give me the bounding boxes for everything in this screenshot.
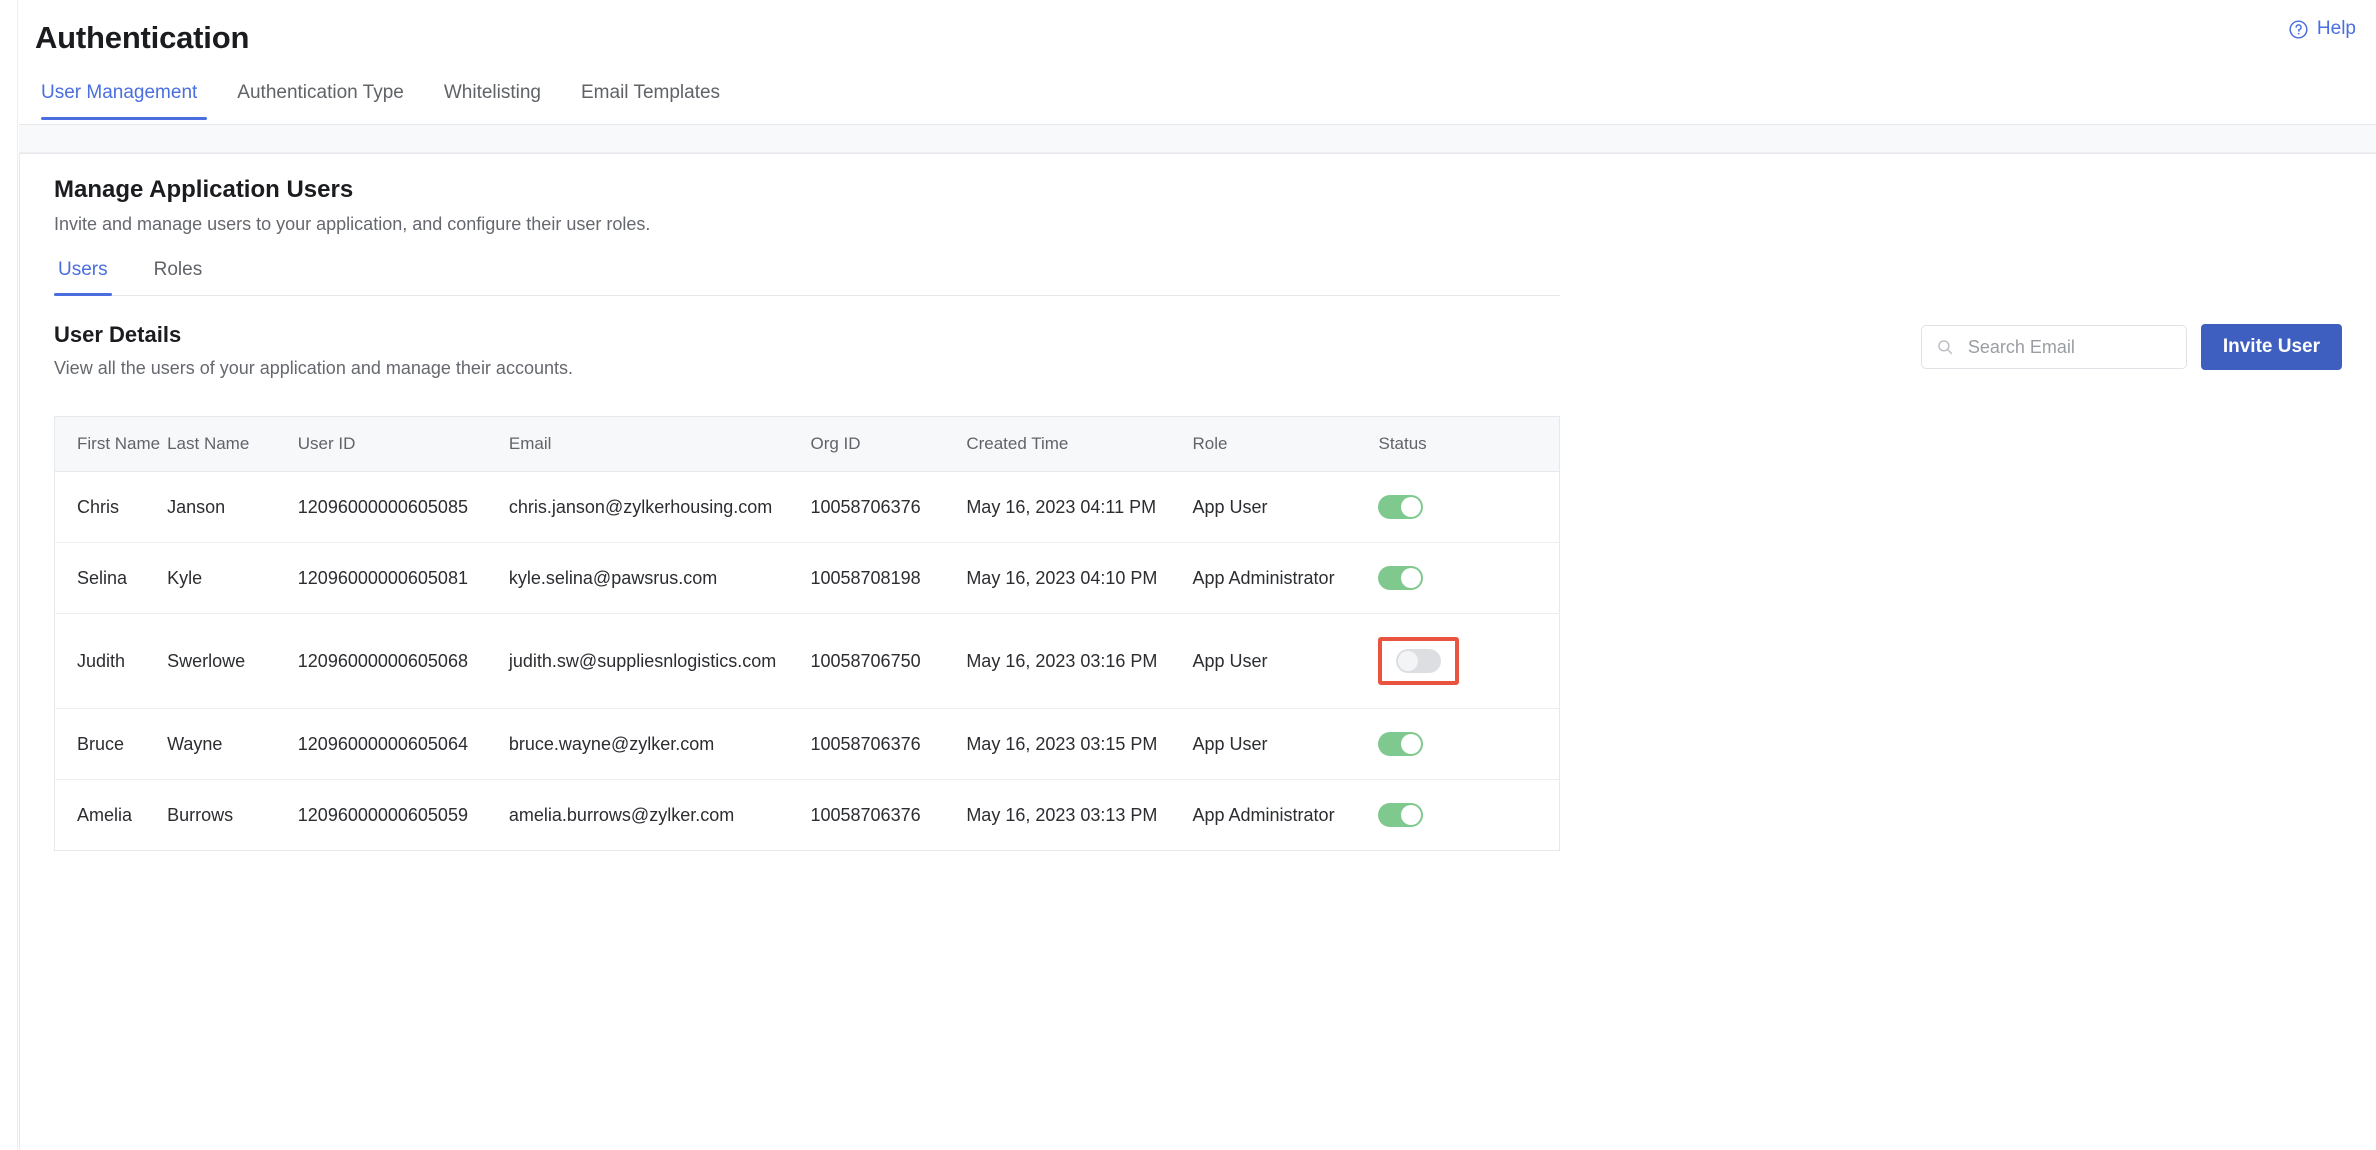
tab-roles-label: Roles bbox=[153, 259, 203, 280]
cell-status bbox=[1378, 780, 1559, 851]
table-body: Chris Janson 12096000000605085 chris.jan… bbox=[54, 471, 1560, 851]
tab-email-templates[interactable]: Email Templates bbox=[561, 76, 740, 120]
cell-last-name: Kyle bbox=[167, 542, 298, 614]
status-toggle-knob bbox=[1401, 734, 1422, 754]
cell-role: App Administrator bbox=[1192, 804, 1335, 825]
cell-email: kyle.selina@pawsrus.com bbox=[508, 542, 811, 614]
tab-roles[interactable]: Roles bbox=[150, 255, 207, 295]
cell-status bbox=[1378, 542, 1560, 614]
status-toggle-highlight bbox=[1378, 637, 1460, 685]
tab-email-templates-label: Email Templates bbox=[581, 82, 721, 103]
help-label: Help bbox=[2316, 18, 2356, 39]
question-circle-icon bbox=[2288, 19, 2309, 40]
cell-org-id: 10058706376 bbox=[810, 471, 967, 543]
column-header-created-time: Created Time bbox=[966, 416, 1193, 472]
search-email-input[interactable] bbox=[1965, 335, 2172, 359]
cell-role: App User bbox=[1192, 613, 1379, 709]
tab-user-management[interactable]: User Management bbox=[35, 76, 217, 120]
cell-org-id: 10058706750 bbox=[810, 613, 967, 709]
status-toggle-knob bbox=[1401, 805, 1422, 825]
invite-user-button[interactable]: Invite User bbox=[2200, 324, 2342, 370]
cell-email: amelia.burrows@zylker.com bbox=[508, 804, 735, 825]
cell-email: bruce.wayne@zylker.com bbox=[508, 708, 811, 780]
cell-role: App User bbox=[1192, 708, 1379, 780]
tab-authentication-type-label: Authentication Type bbox=[237, 82, 404, 103]
column-header-org-id: Org ID bbox=[810, 416, 967, 472]
cell-status bbox=[1378, 613, 1560, 709]
table-row: Selina Kyle 12096000000605081 kyle.selin… bbox=[54, 542, 1560, 614]
status-toggle-knob bbox=[1401, 568, 1422, 588]
cell-user-id: 12096000000605059 bbox=[297, 804, 468, 825]
status-toggle[interactable] bbox=[1378, 566, 1424, 590]
left-rail bbox=[0, 0, 18, 1150]
status-toggle[interactable] bbox=[1378, 495, 1424, 519]
authentication-page: Authentication Help User Management Auth… bbox=[0, 0, 2376, 1150]
table-head: First Name Last Name User ID Email Org I… bbox=[54, 416, 1560, 472]
tab-whitelisting[interactable]: Whitelisting bbox=[424, 76, 561, 120]
table-row: Judith Swerlowe 12096000000605068 judith… bbox=[54, 613, 1560, 709]
cell-last-name: Wayne bbox=[167, 708, 298, 780]
search-email-box[interactable] bbox=[1920, 325, 2187, 369]
column-header-role: Role bbox=[1192, 416, 1379, 472]
cell-created-time: May 16, 2023 03:16 PM bbox=[966, 613, 1193, 709]
cell-first-name: Bruce bbox=[54, 708, 168, 780]
cell-created-time: May 16, 2023 03:13 PM bbox=[966, 804, 1158, 825]
cell-first-name: Chris bbox=[54, 471, 168, 543]
cell-user-id: 12096000000605068 bbox=[297, 613, 509, 709]
cell-email: judith.sw@suppliesnlogistics.com bbox=[508, 613, 811, 709]
search-icon bbox=[1936, 338, 1954, 356]
cell-last-name: Burrows bbox=[167, 804, 234, 825]
cell-first-name: Amelia bbox=[77, 804, 133, 825]
cell-org-id: 10058706376 bbox=[810, 708, 967, 780]
cell-first-name: Judith bbox=[54, 613, 168, 709]
cell-status bbox=[1378, 708, 1560, 780]
secondary-tabs: Users Roles bbox=[54, 255, 1560, 296]
cell-role: App User bbox=[1192, 471, 1379, 543]
page-title: Authentication bbox=[35, 20, 250, 55]
status-toggle[interactable] bbox=[1378, 803, 1424, 827]
table-row: Chris Janson 12096000000605085 chris.jan… bbox=[54, 471, 1560, 543]
cell-email: chris.janson@zylkerhousing.com bbox=[508, 471, 811, 543]
cell-org-id: 10058706376 bbox=[810, 804, 921, 825]
cell-user-id: 12096000000605085 bbox=[297, 471, 509, 543]
main-card: Manage Application Users Invite and mana… bbox=[19, 153, 2376, 1150]
tab-authentication-type[interactable]: Authentication Type bbox=[217, 76, 424, 120]
content-top-strip bbox=[19, 125, 2376, 153]
cell-org-id: 10058708198 bbox=[810, 542, 967, 614]
column-header-email: Email bbox=[508, 416, 811, 472]
tab-user-management-label: User Management bbox=[41, 82, 198, 103]
tab-whitelisting-label: Whitelisting bbox=[443, 82, 541, 103]
user-details-table: First Name Last Name User ID Email Org I… bbox=[54, 416, 1560, 851]
column-header-user-id: User ID bbox=[297, 416, 509, 472]
cell-role: App Administrator bbox=[1192, 542, 1379, 614]
column-header-first-name: First Name bbox=[54, 416, 168, 472]
cell-last-name: Janson bbox=[167, 471, 298, 543]
status-toggle-knob bbox=[1398, 651, 1419, 671]
cell-user-id: 12096000000605064 bbox=[297, 708, 509, 780]
cell-created-time: May 16, 2023 03:15 PM bbox=[966, 708, 1193, 780]
table-row: Amelia Burrows 12096000000605059 amelia.… bbox=[55, 780, 1560, 851]
cell-first-name: Selina bbox=[54, 542, 168, 614]
tab-users[interactable]: Users bbox=[54, 255, 112, 296]
manage-users-subtitle: Invite and manage users to your applicat… bbox=[54, 214, 651, 234]
cell-created-time: May 16, 2023 04:10 PM bbox=[966, 542, 1193, 614]
user-details-actions: Invite User bbox=[1920, 324, 2342, 370]
table-row: Bruce Wayne 12096000000605064 bruce.wayn… bbox=[54, 708, 1560, 780]
status-toggle[interactable] bbox=[1396, 649, 1442, 673]
cell-user-id: 12096000000605081 bbox=[297, 542, 509, 614]
table-header-row: First Name Last Name User ID Email Org I… bbox=[54, 416, 1560, 472]
cell-status bbox=[1378, 471, 1560, 543]
status-toggle-knob bbox=[1401, 497, 1422, 517]
tab-users-label: Users bbox=[58, 259, 108, 280]
manage-users-title: Manage Application Users bbox=[54, 176, 354, 203]
cell-created-time: May 16, 2023 04:11 PM bbox=[966, 471, 1193, 543]
status-toggle[interactable] bbox=[1378, 732, 1424, 756]
column-header-status: Status bbox=[1378, 416, 1560, 472]
help-link[interactable]: Help bbox=[2288, 18, 2356, 40]
cell-last-name: Swerlowe bbox=[167, 613, 298, 709]
user-details-header: User Details View all the users of your … bbox=[54, 322, 2342, 400]
primary-tabs: User Management Authentication Type Whit… bbox=[35, 76, 740, 120]
page-header: Authentication Help User Management Auth… bbox=[19, 0, 2376, 125]
column-header-last-name: Last Name bbox=[167, 416, 298, 472]
